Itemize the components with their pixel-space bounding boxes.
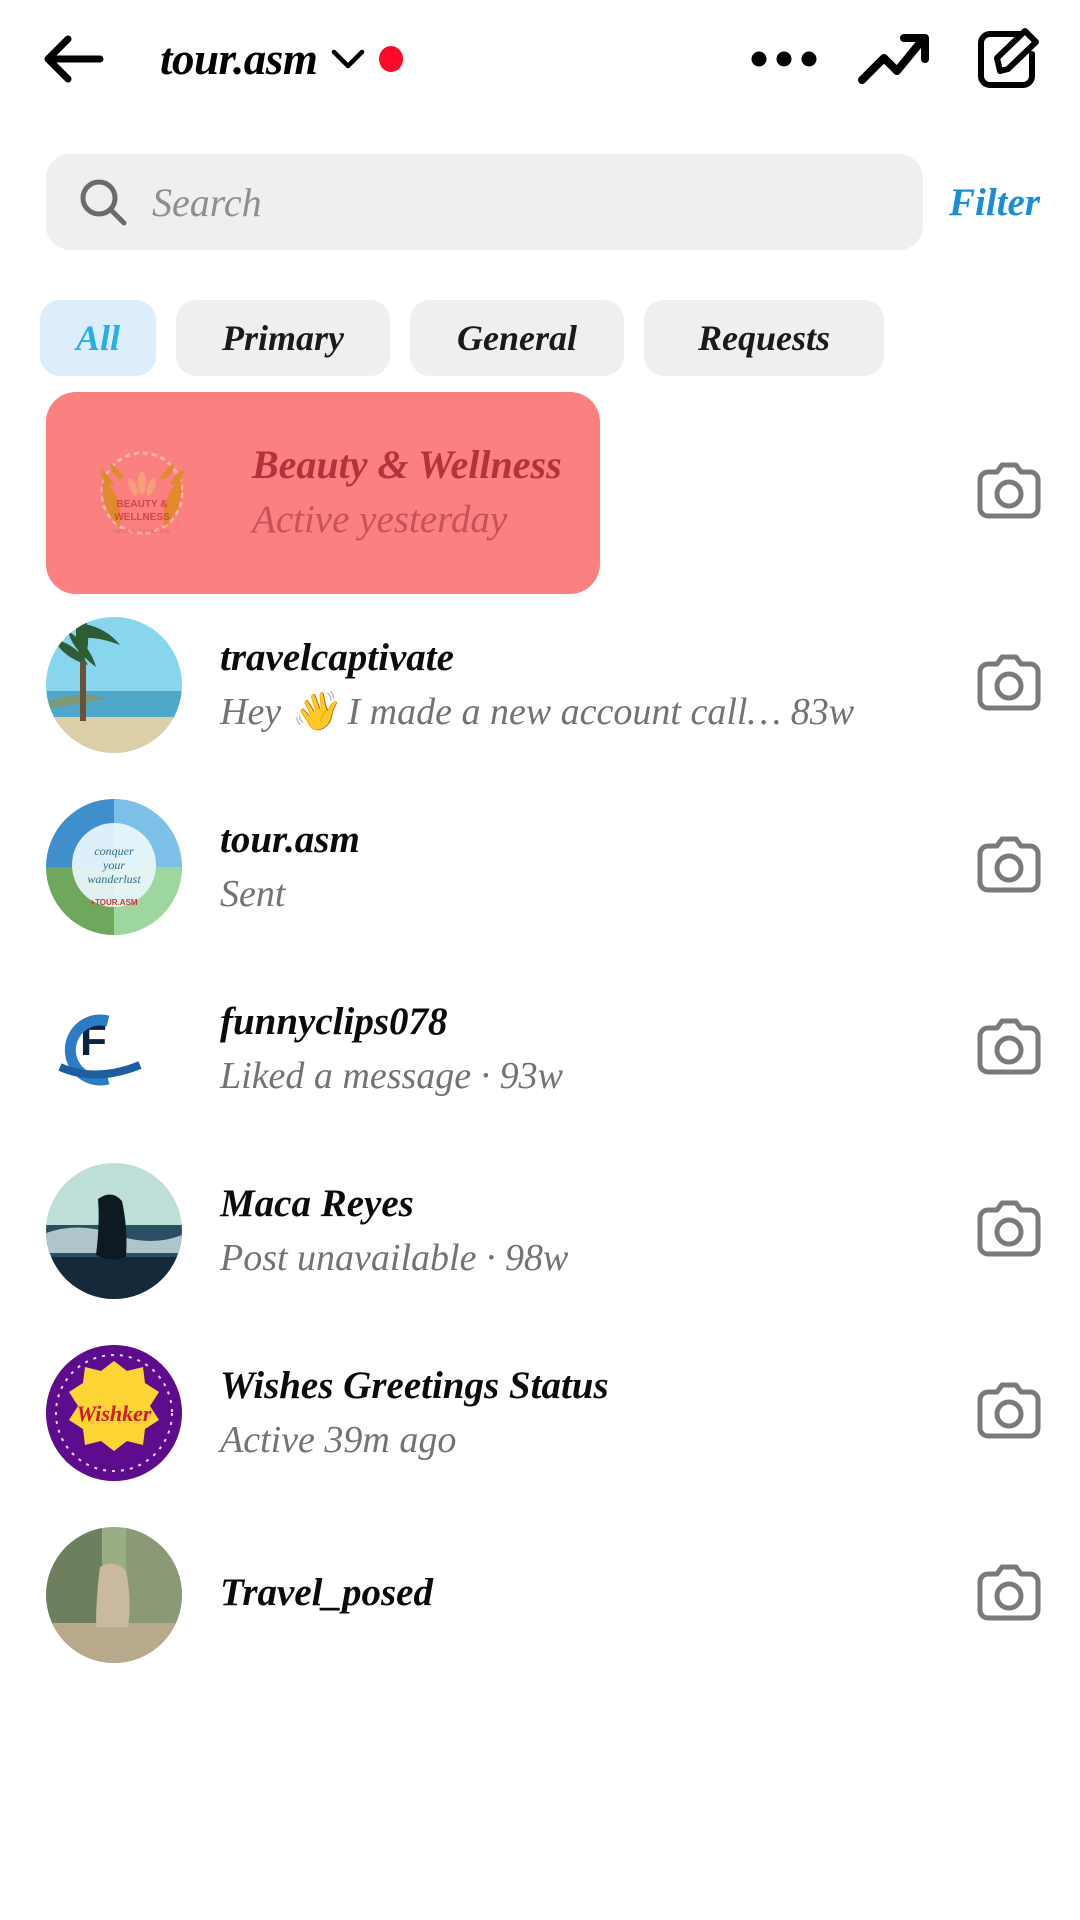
conversation-meta: tour.asm Sent [220,815,958,920]
table-row[interactable]: Maca Reyes Post unavailable · 98w [0,1140,1080,1322]
svg-text:wanderlust: wanderlust [87,872,141,886]
camera-icon[interactable] [972,1558,1046,1632]
avatar [46,1163,182,1299]
trending-up-icon[interactable] [856,21,932,97]
svg-text:your: your [102,858,125,872]
search-placeholder-text: Search [152,179,262,226]
conversation-meta: Beauty & Wellness Active yesterday [252,439,600,546]
filter-button[interactable]: Filter [949,180,1040,225]
tab-all[interactable]: All [40,300,156,376]
table-row[interactable]: travelcaptivate Hey 👋 I made a new accou… [0,594,1080,776]
camera-icon[interactable] [972,648,1046,722]
search-input[interactable]: Search [46,154,923,250]
conversation-name: tour.asm [220,815,958,865]
table-row[interactable]: Wishker Wishes Greetings Status Active 3… [0,1322,1080,1504]
svg-text:NATURALLY BEAUTIFUL: NATURALLY BEAUTIFUL [113,529,171,535]
table-row[interactable]: conquer your wanderlust +TOUR.ASM tour.a… [0,776,1080,958]
camera-icon[interactable] [972,1012,1046,1086]
page-title: tour.asm [160,33,317,85]
more-options-icon[interactable] [746,21,822,97]
inbox-filter-tabs: All Primary General Requests [0,250,1080,376]
conversation-name: Travel_posed [220,1568,958,1618]
avatar: Wishker [46,1345,182,1481]
conversation-name: travelcaptivate [220,633,958,683]
conversation-name: Beauty & Wellness [252,439,600,490]
conversation-preview: Active 39m ago [220,1415,958,1466]
search-row: Search Filter [0,118,1080,250]
tab-general[interactable]: General [410,300,624,376]
avatar [46,617,182,753]
svg-text:conquer: conquer [94,844,134,858]
tab-requests[interactable]: Requests [644,300,884,376]
svg-text:WELLNESS: WELLNESS [114,512,170,523]
conversation-name: Wishes Greetings Status [220,1361,958,1411]
tab-primary[interactable]: Primary [176,300,390,376]
svg-text:BEAUTY &: BEAUTY & [117,499,168,510]
conversation-meta: Travel_posed [220,1568,958,1622]
conversation-preview: Liked a message · 93w [220,1051,958,1102]
conversation-meta: travelcaptivate Hey 👋 I made a new accou… [220,633,958,738]
instagram-direct-inbox-screen: tour.asm Search Filter All Primary [0,0,1080,1920]
table-row[interactable]: F funnyclips078 Liked a message · 93w [0,958,1080,1140]
avatar: BEAUTY & WELLNESS NATURALLY BEAUTIFUL [70,421,214,565]
unread-badge-dot [379,46,403,72]
app-header: tour.asm [0,0,1080,118]
camera-icon[interactable] [972,830,1046,904]
avatar: conquer your wanderlust +TOUR.ASM [46,799,182,935]
conversation-name: funnyclips078 [220,997,958,1047]
svg-text:Wishker: Wishker [77,1401,152,1426]
back-arrow-icon[interactable] [42,28,104,90]
table-row[interactable]: BEAUTY & WELLNESS NATURALLY BEAUTIFUL Be… [46,392,600,594]
account-switcher[interactable]: tour.asm [160,33,403,85]
conversation-preview: Hey 👋 I made a new account call… 83w [220,687,958,738]
camera-icon[interactable] [972,456,1046,530]
avatar [46,1527,182,1663]
svg-text:+TOUR.ASM: +TOUR.ASM [90,898,138,907]
conversation-meta: Wishes Greetings Status Active 39m ago [220,1361,958,1466]
avatar: F [46,981,182,1117]
conversation-preview: Post unavailable · 98w [220,1233,958,1284]
conversation-meta: Maca Reyes Post unavailable · 98w [220,1179,958,1284]
conversation-preview: Active yesterday [252,494,600,546]
search-icon [76,175,130,229]
conversation-preview: Sent [220,869,958,920]
camera-icon[interactable] [972,1194,1046,1268]
chevron-down-icon[interactable] [331,42,365,76]
conversation-list: BEAUTY & WELLNESS NATURALLY BEAUTIFUL Be… [0,392,1080,1686]
compose-message-icon[interactable] [970,21,1046,97]
conversation-meta: funnyclips078 Liked a message · 93w [220,997,958,1102]
camera-icon[interactable] [972,1376,1046,1450]
conversation-name: Maca Reyes [220,1179,958,1229]
table-row[interactable]: Travel_posed [0,1504,1080,1686]
